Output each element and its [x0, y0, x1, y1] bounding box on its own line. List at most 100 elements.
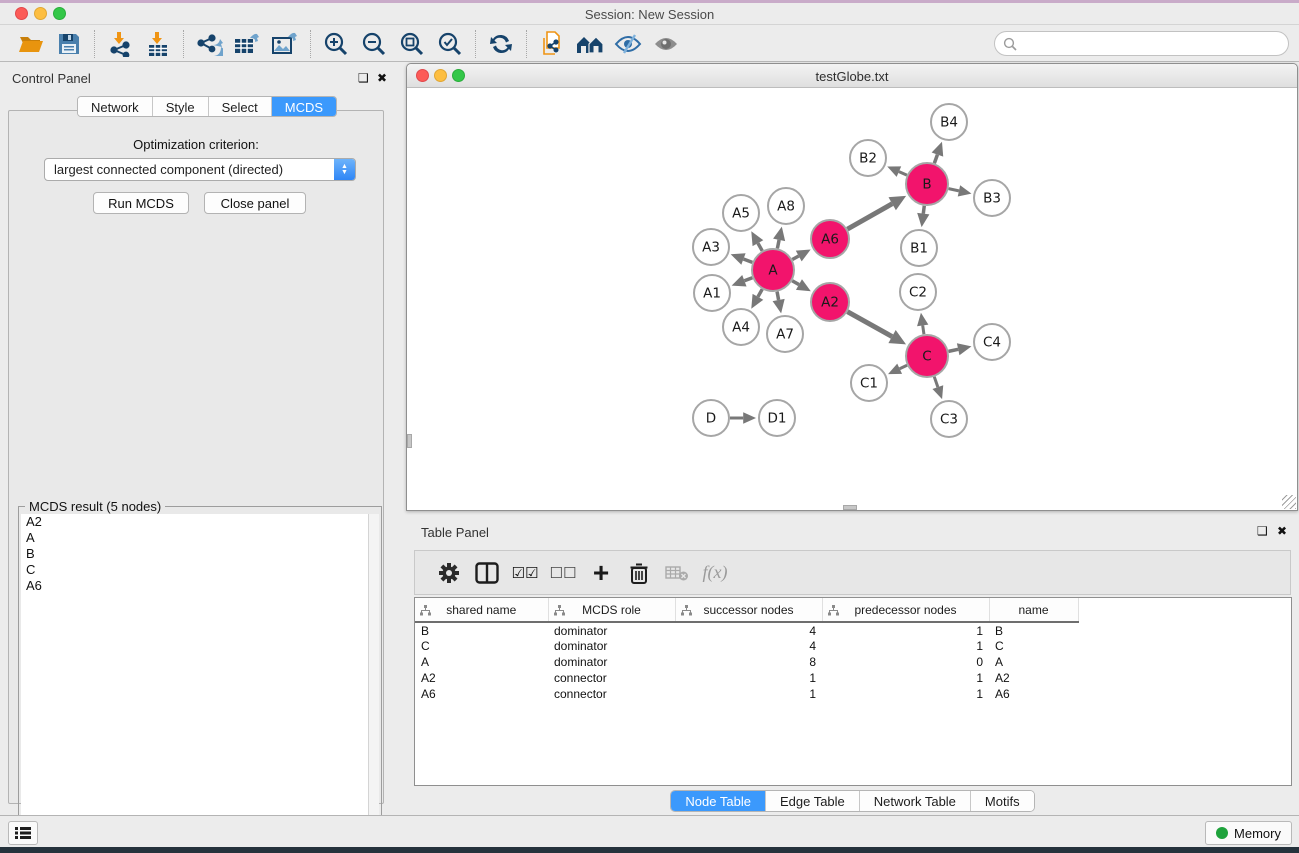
- float-table-panel-icon[interactable]: ❑: [1257, 524, 1268, 538]
- table-row[interactable]: Cdominator41C: [415, 638, 1078, 654]
- table-cell[interactable]: connector: [548, 670, 675, 686]
- run-mcds-button[interactable]: Run MCDS: [93, 192, 189, 214]
- zoom-in-button[interactable]: [317, 29, 355, 59]
- select-all-button[interactable]: ☑☑: [507, 557, 543, 589]
- deselect-all-button[interactable]: ☐☐: [545, 557, 581, 589]
- table-row[interactable]: A6connector11A6: [415, 686, 1078, 702]
- graph-edge-A-A8[interactable]: [777, 240, 779, 249]
- graph-edge-C-C1[interactable]: [900, 365, 907, 368]
- table-row[interactable]: Bdominator41B: [415, 622, 1078, 638]
- table-cell[interactable]: 1: [675, 670, 822, 686]
- close-panel-button[interactable]: Close panel: [204, 192, 306, 214]
- task-history-button[interactable]: [8, 821, 38, 845]
- tab-network-table[interactable]: Network Table: [860, 791, 971, 811]
- first-neighbors-button[interactable]: [571, 29, 609, 59]
- graph-edge-C-C2[interactable]: [923, 325, 924, 334]
- column-header[interactable]: name: [989, 598, 1078, 622]
- graph-edge-C-C4[interactable]: [949, 349, 959, 351]
- table-cell[interactable]: 4: [675, 638, 822, 654]
- table-cell[interactable]: A6: [989, 686, 1078, 702]
- graph-edge-A-A3[interactable]: [743, 259, 752, 262]
- duplicate-network-button[interactable]: [533, 29, 571, 59]
- table-cell[interactable]: 1: [822, 622, 989, 638]
- graph-edge-A-A4[interactable]: [758, 289, 762, 297]
- table-cell[interactable]: dominator: [548, 638, 675, 654]
- mcds-result-list[interactable]: A2ABCA6: [21, 514, 379, 848]
- graph-edge-B-B1[interactable]: [923, 206, 924, 214]
- mcds-result-item[interactable]: A6: [21, 578, 379, 594]
- graph-edge-A-A5[interactable]: [758, 243, 762, 251]
- column-header[interactable]: shared name: [415, 598, 548, 622]
- splitter-handle[interactable]: [843, 505, 857, 510]
- graph-edge-A-A7[interactable]: [777, 292, 779, 300]
- table-cell[interactable]: A2: [415, 670, 548, 686]
- table-cell[interactable]: dominator: [548, 654, 675, 670]
- table-cell[interactable]: C: [415, 638, 548, 654]
- search-input[interactable]: [1017, 36, 1288, 51]
- apply-layout-button[interactable]: [482, 29, 520, 59]
- table-cell[interactable]: A6: [415, 686, 548, 702]
- float-panel-icon[interactable]: ❑: [358, 71, 369, 85]
- table-cell[interactable]: A: [989, 654, 1078, 670]
- tab-motifs[interactable]: Motifs: [971, 791, 1034, 811]
- export-network-button[interactable]: [190, 29, 228, 59]
- resize-grip[interactable]: [1282, 495, 1296, 509]
- table-row[interactable]: A2connector11A2: [415, 670, 1078, 686]
- export-image-button[interactable]: [266, 29, 304, 59]
- search-box[interactable]: [994, 31, 1289, 56]
- tab-select[interactable]: Select: [209, 97, 272, 116]
- graph-edge-A2-C[interactable]: [847, 312, 892, 337]
- close-table-panel-icon[interactable]: ✖: [1277, 524, 1287, 538]
- hide-selected-button[interactable]: [609, 29, 647, 59]
- open-session-button[interactable]: [12, 29, 50, 59]
- tab-style[interactable]: Style: [153, 97, 209, 116]
- graph-edge-A-A1[interactable]: [744, 278, 752, 281]
- import-network-button[interactable]: [101, 29, 139, 59]
- column-header[interactable]: predecessor nodes: [822, 598, 989, 622]
- save-session-button[interactable]: [50, 29, 88, 59]
- show-all-button[interactable]: [647, 29, 685, 59]
- zoom-out-button[interactable]: [355, 29, 393, 59]
- node-table[interactable]: shared nameMCDS rolesuccessor nodesprede…: [414, 597, 1292, 786]
- table-cell[interactable]: 4: [675, 622, 822, 638]
- table-cell[interactable]: connector: [548, 686, 675, 702]
- table-cell[interactable]: A: [415, 654, 548, 670]
- table-cell[interactable]: A2: [989, 670, 1078, 686]
- table-cell[interactable]: B: [989, 622, 1078, 638]
- create-column-button[interactable]: +: [583, 557, 619, 589]
- column-header[interactable]: successor nodes: [675, 598, 822, 622]
- table-cell[interactable]: 0: [822, 654, 989, 670]
- table-cell[interactable]: dominator: [548, 622, 675, 638]
- graph-edge-B-B3[interactable]: [949, 189, 959, 191]
- table-cell[interactable]: 1: [675, 686, 822, 702]
- table-settings-button[interactable]: [431, 557, 467, 589]
- import-table-button[interactable]: [139, 29, 177, 59]
- memory-button[interactable]: Memory: [1205, 821, 1292, 845]
- table-cell[interactable]: 1: [822, 686, 989, 702]
- criterion-dropdown[interactable]: largest connected component (directed) ▲…: [44, 158, 356, 181]
- table-cell[interactable]: B: [415, 622, 548, 638]
- zoom-fit-button[interactable]: [393, 29, 431, 59]
- delete-column-button[interactable]: [621, 557, 657, 589]
- table-cell[interactable]: 8: [675, 654, 822, 670]
- network-graph[interactable]: B4B2BB3A5A8A6A3B1AA1C2A2A4A7C4CC1C3DD1: [408, 89, 1296, 510]
- graph-edge-A-A2[interactable]: [792, 281, 799, 285]
- zoom-selected-button[interactable]: [431, 29, 469, 59]
- tab-node-table[interactable]: Node Table: [671, 791, 766, 811]
- mcds-result-item[interactable]: A: [21, 530, 379, 546]
- splitter-handle[interactable]: [407, 434, 412, 448]
- tab-network[interactable]: Network: [78, 97, 153, 116]
- graph-edge-A-A6[interactable]: [792, 256, 798, 259]
- network-window-titlebar[interactable]: testGlobe.txt: [407, 64, 1297, 88]
- function-builder-button[interactable]: f(x): [697, 557, 733, 589]
- export-table-button[interactable]: [228, 29, 266, 59]
- delete-table-button[interactable]: [659, 557, 695, 589]
- table-row[interactable]: Adominator80A: [415, 654, 1078, 670]
- network-canvas[interactable]: B4B2BB3A5A8A6A3B1AA1C2A2A4A7C4CC1C3DD1: [408, 89, 1296, 510]
- close-panel-icon[interactable]: ✖: [377, 71, 387, 85]
- mcds-result-item[interactable]: A2: [21, 514, 379, 530]
- scrollbar-track[interactable]: [368, 514, 379, 848]
- table-cell[interactable]: C: [989, 638, 1078, 654]
- tab-mcds[interactable]: MCDS: [272, 97, 336, 116]
- table-cell[interactable]: 1: [822, 638, 989, 654]
